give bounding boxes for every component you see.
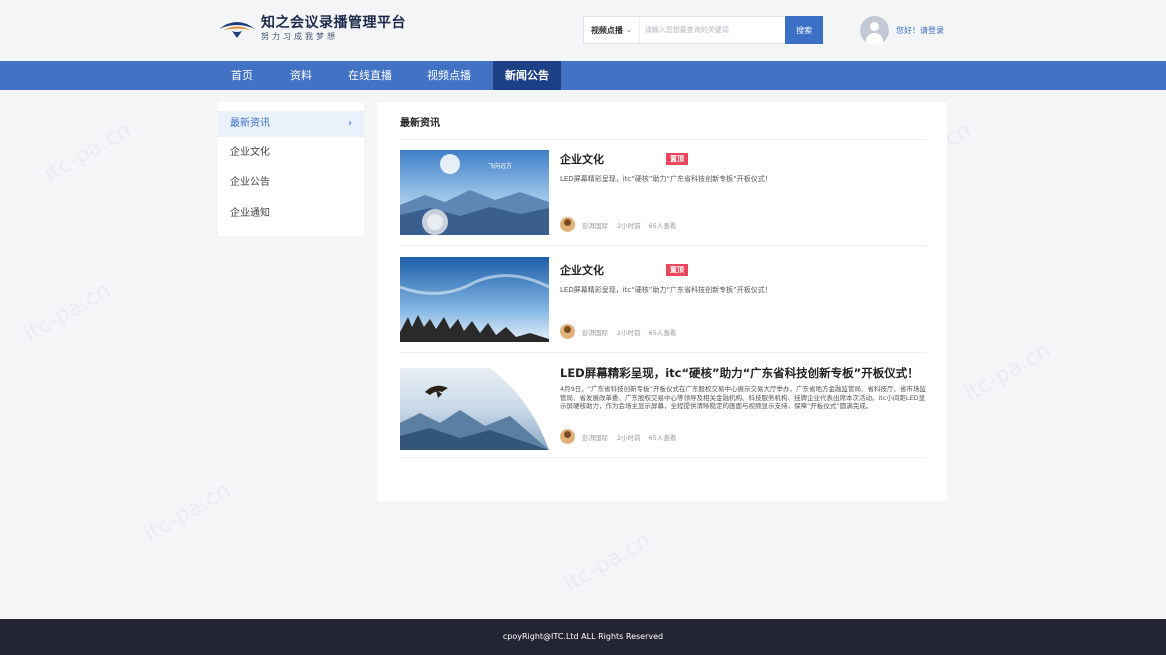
news-meta: 彭湃国际 2小时前 65人查看 [560, 429, 676, 444]
divider [400, 352, 926, 353]
search-category-select[interactable]: 视频点播 ⌄ [584, 17, 640, 43]
thumbnail-caption: 飞向远方 [488, 163, 513, 170]
main-nav: 首页 资料 在线直播 视频点播 新闻公告 [0, 61, 1166, 90]
news-author: 彭湃国际 [582, 328, 608, 337]
watermark-text: itc-pa.cn [960, 337, 1056, 408]
pinned-badge: 置顶 [666, 153, 688, 165]
news-item[interactable]: 企业文化 置顶 LED屏幕精彩呈现，itc“硬核”助力“广东省科技创新专板”开板仪… [400, 257, 926, 353]
news-title[interactable]: LED屏幕精彩呈现，itc“硬核”助力“广东省科技创新专板”开板仪式！ [560, 365, 926, 381]
nav-item-vod[interactable]: 视频点播 [420, 61, 478, 90]
nav-item-resources[interactable]: 资料 [278, 61, 324, 90]
search-bar: 视频点播 ⌄ 搜索 [583, 16, 823, 44]
sidebar-item-announcement[interactable]: 企业公告 [218, 170, 364, 196]
login-link[interactable]: 您好！请登录 [896, 25, 944, 36]
news-thumbnail[interactable]: 飞向远方 [400, 150, 549, 235]
watermark-text: itc-pa.cn [40, 117, 136, 188]
chevron-down-icon: ⌄ [625, 26, 632, 34]
sidebar: 最新资讯 › 企业文化 企业公告 企业通知 [218, 102, 364, 236]
news-author: 彭湃国际 [582, 221, 608, 230]
search-category-value: 视频点播 [590, 25, 623, 35]
watermark-text: itc-pa.cn [560, 527, 656, 598]
news-panel: 最新资讯 飞向远方 企业文化 置顶 LED屏幕精彩呈现，itc“硬核”助力“广东… [377, 102, 947, 501]
sidebar-item-latest-news[interactable]: 最新资讯 › [218, 111, 364, 137]
news-meta: 彭湃国际 2小时前 65人查看 [560, 324, 676, 339]
footer: cpoyRight@ITC.Ltd ALL Rights Reserved [0, 619, 1166, 655]
search-button[interactable]: 搜索 [785, 16, 823, 44]
news-summary: LED屏幕精彩呈现，itc“硬核”助力“广东省科技创新专板”开板仪式！ [560, 286, 772, 294]
divider [400, 245, 926, 246]
news-title[interactable]: 企业文化 [560, 153, 604, 166]
news-title[interactable]: 企业文化 [560, 264, 604, 277]
pinned-badge: 置顶 [666, 264, 688, 276]
sidebar-item-culture[interactable]: 企业文化 [218, 140, 364, 166]
user-login[interactable]: 您好！请登录 [860, 16, 944, 45]
logo[interactable]: 知之会议录播管理平台 努力习成我梦想 [218, 12, 406, 44]
author-avatar-icon [560, 429, 575, 444]
site-title: 知之会议录播管理平台 [261, 14, 406, 31]
news-item[interactable]: LED屏幕精彩呈现，itc“硬核”助力“广东省科技创新专板”开板仪式！ 4月9日… [400, 365, 926, 461]
news-time: 2小时前 [617, 433, 641, 442]
header: 知之会议录播管理平台 努力习成我梦想 视频点播 ⌄ 搜索 您好！请登录 [0, 0, 1166, 61]
author-avatar-icon [560, 217, 575, 232]
news-time: 2小时前 [617, 328, 641, 337]
search-input[interactable] [639, 17, 786, 43]
nav-item-news[interactable]: 新闻公告 [493, 61, 561, 90]
news-summary: LED屏幕精彩呈现，itc“硬核”助力“广东省科技创新专板”开板仪式！ [560, 175, 772, 183]
news-description: 4月9日，“广东省科技创新专板”开板仪式在广东股权交易中心展示交易大厅举办，广东… [560, 385, 927, 410]
section-title: 最新资讯 [400, 118, 440, 129]
site-slogan: 努力习成我梦想 [261, 31, 338, 41]
user-avatar-icon[interactable] [860, 16, 889, 45]
author-avatar-icon [560, 324, 575, 339]
watermark-text: itc-pa.cn [140, 477, 236, 548]
news-author: 彭湃国际 [582, 433, 608, 442]
watermark-text: itc-pa.cn [20, 277, 116, 348]
news-time: 2小时前 [617, 221, 641, 230]
news-views: 65人查看 [648, 433, 677, 442]
sidebar-item-notice[interactable]: 企业通知 [218, 201, 364, 227]
news-views: 65人查看 [648, 328, 677, 337]
nav-item-live[interactable]: 在线直播 [341, 61, 399, 90]
divider [400, 457, 926, 458]
news-item[interactable]: 飞向远方 企业文化 置顶 LED屏幕精彩呈现，itc“硬核”助力“广东省科技创新专… [400, 150, 926, 246]
sidebar-item-label: 最新资讯 [230, 118, 270, 129]
divider [400, 139, 926, 140]
news-thumbnail[interactable] [400, 368, 549, 453]
copyright-text: cpoyRight@ITC.Ltd ALL Rights Reserved [502, 632, 664, 641]
logo-icon [219, 22, 255, 38]
chevron-right-icon: › [348, 118, 352, 129]
news-thumbnail[interactable] [400, 257, 549, 342]
news-views: 65人查看 [648, 221, 677, 230]
news-meta: 彭湃国际 2小时前 65人查看 [560, 217, 676, 232]
nav-item-home[interactable]: 首页 [218, 61, 266, 90]
